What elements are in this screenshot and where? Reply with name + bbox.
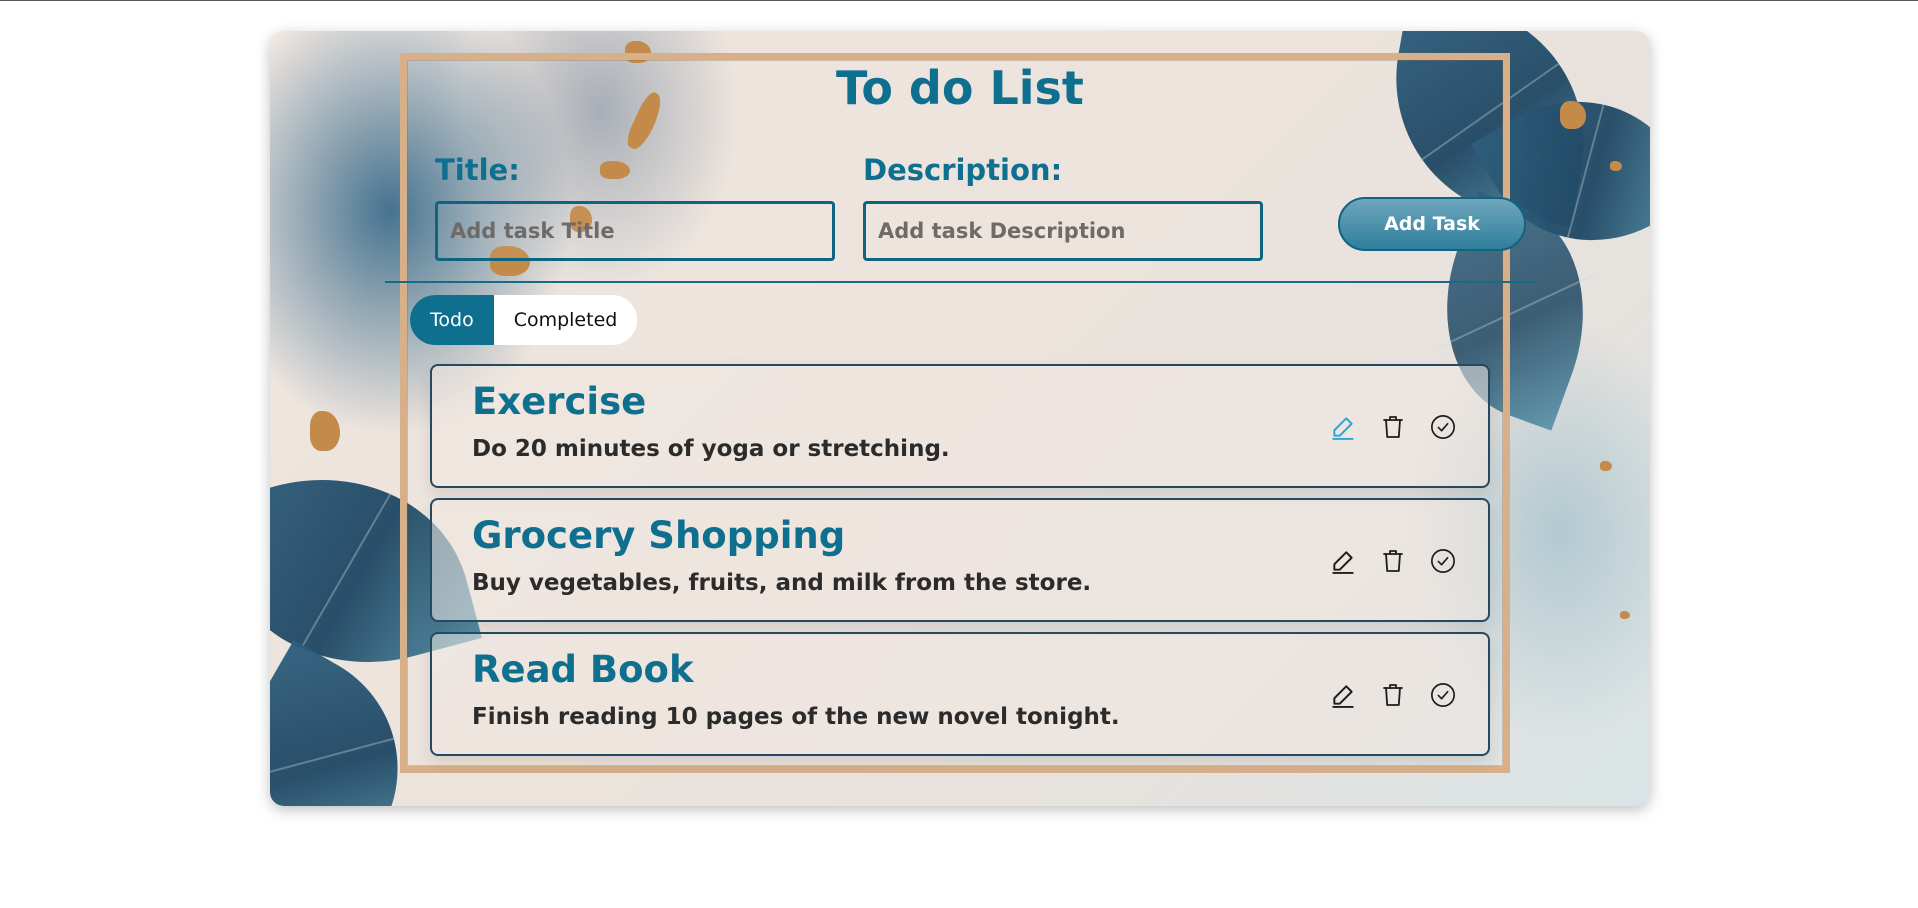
task-actions: [1330, 680, 1456, 710]
page-title: To do List: [836, 61, 1084, 115]
task-item: Grocery Shopping Buy vegetables, fruits,…: [430, 498, 1490, 622]
task-description: Do 20 minutes of yoga or stretching.: [472, 436, 950, 462]
task-description: Buy vegetables, fruits, and milk from th…: [472, 570, 1092, 596]
trash-icon[interactable]: [1380, 680, 1406, 710]
task-item: Exercise Do 20 minutes of yoga or stretc…: [430, 364, 1490, 488]
gold-fleck: [310, 411, 340, 451]
edit-icon[interactable]: [1330, 546, 1356, 576]
edit-icon[interactable]: [1330, 412, 1356, 442]
top-border: [0, 0, 1918, 1]
description-label: Description:: [863, 153, 1063, 187]
title-label: Title:: [435, 153, 520, 187]
description-input[interactable]: [863, 201, 1263, 261]
task-description: Finish reading 10 pages of the new novel…: [472, 704, 1120, 730]
edit-icon[interactable]: [1330, 680, 1356, 710]
task-title: Exercise: [472, 380, 647, 423]
gold-fleck: [1620, 611, 1630, 619]
add-task-button[interactable]: Add Task: [1338, 197, 1526, 251]
tab-bar: Todo Completed: [410, 295, 638, 345]
task-actions: [1330, 412, 1456, 442]
gold-fleck: [1610, 161, 1622, 171]
task-title: Grocery Shopping: [472, 514, 846, 557]
check-circle-icon[interactable]: [1430, 546, 1456, 576]
tab-todo[interactable]: Todo: [410, 295, 494, 345]
section-divider: [385, 281, 1535, 283]
trash-icon[interactable]: [1380, 546, 1406, 576]
title-input[interactable]: [435, 201, 835, 261]
task-title: Read Book: [472, 648, 694, 691]
check-circle-icon[interactable]: [1430, 680, 1456, 710]
task-item: Read Book Finish reading 10 pages of the…: [430, 632, 1490, 756]
check-circle-icon[interactable]: [1430, 412, 1456, 442]
trash-icon[interactable]: [1380, 412, 1406, 442]
task-actions: [1330, 546, 1456, 576]
tab-completed[interactable]: Completed: [493, 295, 638, 345]
gold-fleck: [1600, 461, 1612, 471]
todo-card: To do List Title: Description: Add Task …: [270, 31, 1650, 806]
